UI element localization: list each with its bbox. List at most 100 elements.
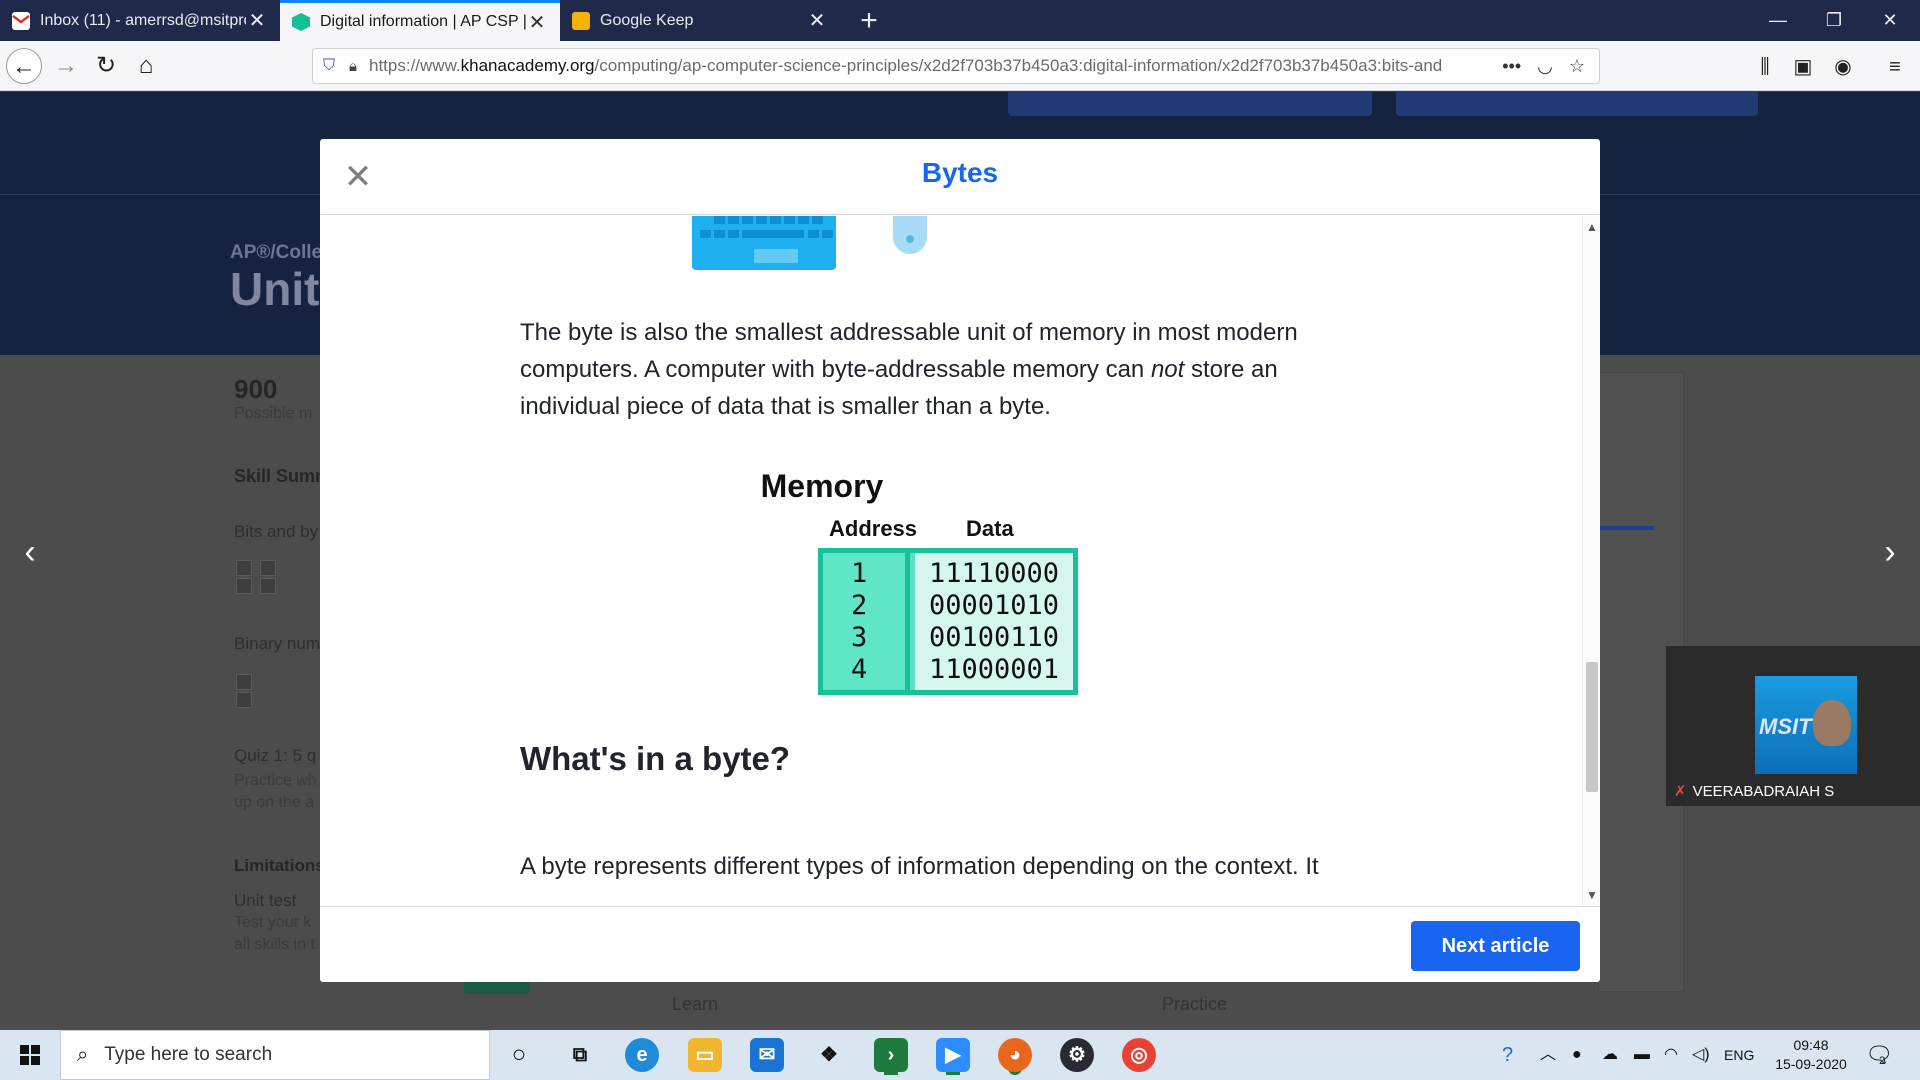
scroll-down-icon[interactable]: ▼ [1583,886,1600,904]
clock[interactable]: 09:48 15-09-2020 [1766,1036,1856,1074]
account-icon[interactable]: ◉ [1830,54,1856,80]
lock-icon[interactable]: 🔒︎ [349,58,357,75]
windows-taskbar: ⌕ Type here to search ○ ⧉ e ▭ ✉ ❖ › ▶ ◕ … [0,1030,1920,1080]
battery-icon[interactable]: ▬ [1634,1030,1650,1080]
cortana-icon[interactable]: ○ [502,1038,536,1072]
mouse-illustration [893,216,927,254]
microphone-icon[interactable]: ● [1572,1030,1582,1080]
khan-academy-icon [292,13,310,31]
close-tab-icon[interactable]: ✕ [246,8,268,33]
tab-google-keep[interactable]: Google Keep ✕ [560,0,840,41]
next-article-button[interactable]: Next article [1411,921,1580,971]
help-icon[interactable]: ? [1502,1030,1513,1080]
app-icon[interactable]: › [874,1038,908,1072]
language-indicator[interactable]: ENG [1724,1030,1754,1080]
menu-icon[interactable]: ≡ [1882,54,1908,80]
back-button[interactable]: ← [6,48,42,84]
lesson-link[interactable]: Bits and by [234,522,318,542]
lesson-link[interactable]: Binary num [234,634,320,654]
article-paragraph: The byte is also the smallest addressabl… [520,319,1298,420]
modal-scrollbar[interactable]: ▲ ▼ [1582,216,1600,906]
clock-date: 15-09-2020 [1775,1056,1847,1072]
skill-square [236,560,252,576]
participant-name-row: ✗ VEERABADRAIAH S [1674,782,1835,801]
navigation-bar: ← → ↻ ⌂ ⛉ 🔒︎ https://www.khanacademy.org… [0,41,1920,91]
donate-paypal-button[interactable] [1396,92,1758,116]
donate-card-button[interactable] [1008,92,1372,116]
firefox-icon[interactable]: ◕ [998,1038,1032,1072]
notification-count: 2 [1879,1055,1886,1067]
address-column-header: Address [829,516,918,541]
learn-label[interactable]: Learn [672,994,718,1015]
chrome-icon[interactable]: ◎ [1122,1038,1156,1072]
chevron-up-icon[interactable]: ︿ [1540,1030,1556,1080]
volume-icon[interactable]: ◁) [1692,1030,1710,1080]
next-arrow-icon[interactable]: › [1870,532,1910,572]
taskbar-search[interactable]: ⌕ Type here to search [60,1030,490,1080]
tab-digital-information[interactable]: Digital information | AP CSP | K ✕ [280,0,560,41]
home-button[interactable]: ⌂ [128,48,164,84]
keyboard-illustration [692,216,836,270]
tab-title: Google Keep [600,11,694,29]
sidebar-icon[interactable]: ▣ [1790,54,1816,80]
dropbox-icon[interactable]: ❖ [812,1038,846,1072]
new-tab-button[interactable]: + [852,4,886,38]
zoom-icon[interactable]: ▶ [936,1038,970,1072]
pocket-icon[interactable]: ◡ [1537,56,1553,77]
notifications-icon[interactable]: 🗨︎ 2 [1864,1040,1894,1070]
progress-accent [1598,526,1654,530]
search-placeholder: Type here to search [104,1044,273,1065]
video-participant-tile[interactable]: MSIT ✗ VEERABADRAIAH S [1666,646,1920,806]
muted-mic-icon: ✗ [1674,783,1687,800]
lesson-link[interactable]: Limitations [234,856,325,876]
lesson-link[interactable]: Unit test [234,891,296,911]
participant-video: MSIT [1755,676,1857,774]
article-content: The byte is also the smallest addressabl… [320,216,1582,906]
article-paragraph: A byte represents different types of inf… [520,853,1319,880]
skill-square [260,578,276,594]
forward-button[interactable]: → [48,48,84,84]
bookmark-star-icon[interactable]: ☆ [1569,56,1585,77]
reload-button[interactable]: ↻ [88,48,124,84]
close-tab-icon[interactable]: ✕ [526,10,548,35]
browser-tab-bar: Inbox (11) - amerrsd@msitprog ✕ Digital … [0,0,1920,41]
library-icon[interactable]: ⫼ [1752,54,1778,80]
close-tab-icon[interactable]: ✕ [806,8,828,33]
scrollbar-thumb[interactable] [1586,662,1598,792]
previous-arrow-icon[interactable]: ‹ [10,532,50,572]
mail-icon[interactable]: ✉ [750,1038,784,1072]
msit-logo: MSIT [1759,714,1812,739]
minimize-icon[interactable]: — [1750,0,1806,41]
scroll-up-icon[interactable]: ▲ [1583,218,1600,236]
practice-label[interactable]: Practice [1162,994,1227,1015]
app-icon[interactable]: ⚙ [1060,1038,1094,1072]
lesson-desc: all skills in t [234,936,315,953]
edge-icon[interactable]: e [625,1038,659,1072]
wifi-icon[interactable]: ◠ [1664,1030,1678,1080]
article-modal: ✕ Bytes The byte is also the smallest ad… [320,139,1600,982]
start-button[interactable] [0,1030,60,1080]
skill-square [236,578,252,594]
shield-icon[interactable]: ⛉ [323,57,335,75]
file-explorer-icon[interactable]: ▭ [688,1038,722,1072]
address-bar[interactable]: ⛉ 🔒︎ https://www.khanacademy.org/computi… [312,48,1600,84]
lesson-desc: Test your k [234,914,312,931]
skill-square [236,692,252,708]
tab-inbox[interactable]: Inbox (11) - amerrsd@msitprog ✕ [0,0,280,41]
more-actions-icon[interactable]: ••• [1502,56,1521,77]
url-text[interactable]: https://www.khanacademy.org/computing/ap… [369,56,1502,76]
task-view-icon[interactable]: ⧉ [563,1038,597,1072]
lesson-link[interactable]: Quiz 1: 5 q [234,746,316,766]
clock-time: 09:48 [1793,1037,1829,1053]
memory-address: 4 [851,654,868,685]
data-column-header: Data [966,516,1014,541]
memory-diagram-title: Memory [760,468,884,504]
modal-header: ✕ Bytes [320,139,1600,215]
onedrive-icon[interactable]: ☁ [1602,1030,1618,1080]
restore-icon[interactable]: ❐ [1806,0,1862,41]
close-window-icon[interactable]: ✕ [1862,0,1918,41]
mastery-points: 900 [234,374,278,404]
skill-summary-heading: Skill Summ [234,466,332,486]
section-heading: What's in a byte? [520,740,791,777]
participant-name: VEERABADRAIAH S [1692,782,1835,800]
